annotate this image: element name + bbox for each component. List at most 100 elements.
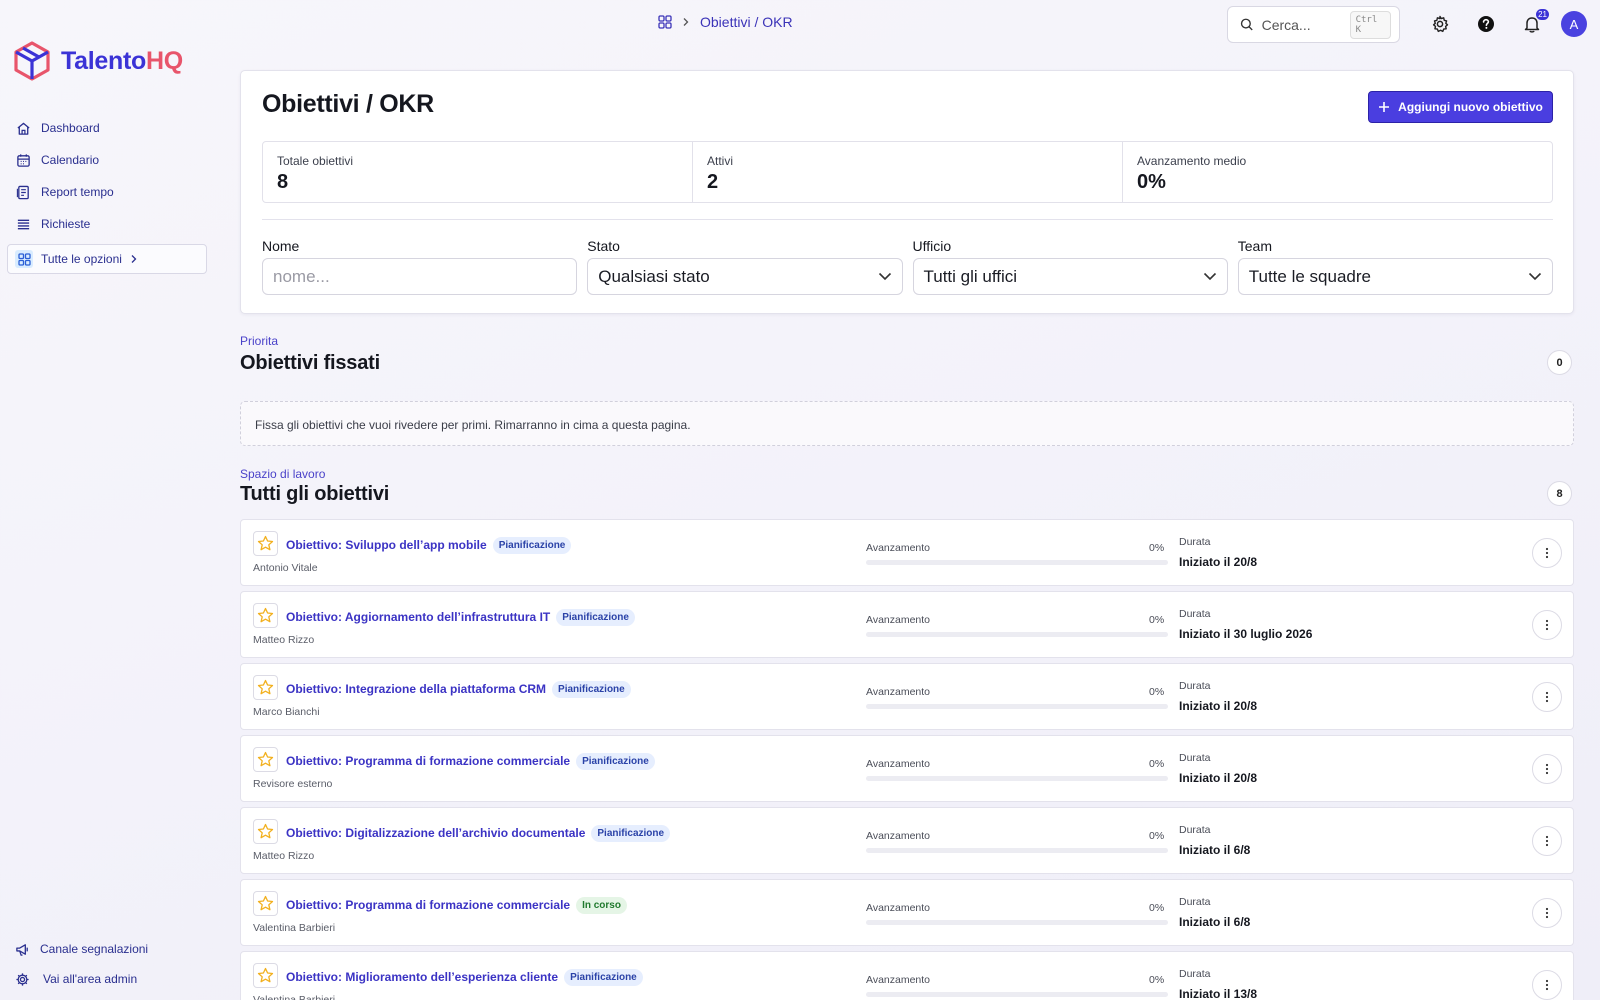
objective-title-link[interactable]: Obiettivo: Digitalizzazione dell’archivi… <box>286 826 585 840</box>
apps-grid-icon[interactable] <box>658 15 672 29</box>
calendar-icon <box>17 153 30 167</box>
global-search[interactable]: Ctrl K <box>1227 6 1400 43</box>
objective-title-link[interactable]: Obiettivo: Programma di formazione comme… <box>286 754 570 768</box>
sidebar-item-admin[interactable]: Vai all'area admin <box>15 964 148 994</box>
filter-label: Ufficio <box>912 238 952 254</box>
add-objective-label: Aggiungi nuovo obiettivo <box>1398 100 1543 114</box>
pin-star-button[interactable] <box>253 963 278 988</box>
duration-value: Iniziato il 13/8 <box>1179 987 1258 1000</box>
status-badge: Pianificazione <box>576 753 655 770</box>
more-vertical-icon <box>1545 907 1549 919</box>
all-count-badge: 8 <box>1547 481 1572 506</box>
star-icon <box>257 751 274 767</box>
objective-title-line: Obiettivo: Integrazione della piattaform… <box>286 681 631 698</box>
pinned-empty-text: Fissa gli obiettivi che vuoi rivedere pe… <box>255 418 691 432</box>
filter-label: Nome <box>262 238 300 254</box>
gear-icon <box>1432 15 1449 33</box>
more-vertical-icon <box>1545 835 1549 847</box>
row-menu-button[interactable] <box>1532 826 1562 856</box>
sidebar-item-label: Dashboard <box>41 121 100 135</box>
chevron-down-icon <box>1528 272 1542 281</box>
objective-row[interactable]: Obiettivo: Sviluppo dell’app mobile Piani… <box>240 519 1574 586</box>
objective-row[interactable]: Obiettivo: Programma di formazione comme… <box>240 735 1574 802</box>
brand-name-part2: HQ <box>145 46 183 75</box>
status-badge: Pianificazione <box>591 825 671 842</box>
sidebar-item-report-tempo[interactable]: Report tempo <box>16 176 114 208</box>
progress-label: Avanzamento <box>866 686 931 698</box>
star-icon <box>257 679 274 695</box>
breadcrumb-current[interactable]: Obiettivi / OKR <box>700 14 793 30</box>
stat-total: Totale obiettivi 8 <box>263 142 693 202</box>
office-select-value: Tutti gli uffici <box>923 266 1018 286</box>
row-menu-button[interactable] <box>1532 898 1562 928</box>
objective-title-link[interactable]: Obiettivo: Aggiornamento dell’infrastrut… <box>286 610 550 624</box>
brand-logo[interactable]: TalentoHQ <box>12 40 183 82</box>
more-vertical-icon <box>1545 619 1549 631</box>
duration-value: Iniziato il 6/8 <box>1179 915 1251 929</box>
name-field[interactable] <box>262 258 578 295</box>
brand-name-part1: Talento <box>61 46 146 75</box>
objective-title-line: Obiettivo: Sviluppo dell’app mobile Piani… <box>286 537 572 554</box>
objective-row[interactable]: Obiettivo: Miglioramento dell’esperienza… <box>240 951 1574 1000</box>
all-options-button[interactable]: Tutte le opzioni <box>7 244 207 274</box>
progress-label: Avanzamento <box>866 830 931 842</box>
objective-title-link[interactable]: Obiettivo: Programma di formazione comme… <box>286 898 570 912</box>
pin-star-button[interactable] <box>253 675 278 700</box>
pin-star-button[interactable] <box>253 891 278 916</box>
pin-star-button[interactable] <box>253 819 278 844</box>
help-button[interactable] <box>1474 12 1498 36</box>
objective-title-link[interactable]: Obiettivo: Integrazione della piattaform… <box>286 682 546 696</box>
duration-label: Durata <box>1179 968 1211 980</box>
add-objective-button[interactable]: Aggiungi nuovo obiettivo <box>1368 91 1553 123</box>
progress-bar <box>866 776 1168 781</box>
chevron-down-icon <box>878 272 891 281</box>
sidebar-item-richieste[interactable]: Richieste <box>16 208 114 240</box>
star-icon <box>257 895 274 911</box>
sidebar-item-dashboard[interactable]: Dashboard <box>16 112 114 144</box>
objective-row[interactable]: Obiettivo: Integrazione della piattaform… <box>240 663 1574 730</box>
objective-title-link[interactable]: Obiettivo: Miglioramento dell’esperienza… <box>286 970 558 984</box>
objectives-list: Obiettivo: Sviluppo dell’app mobile Piani… <box>240 519 1574 1000</box>
objective-row[interactable]: Obiettivo: Digitalizzazione dell’archivi… <box>240 807 1574 874</box>
row-menu-button[interactable] <box>1532 538 1562 568</box>
status-select[interactable]: Qualsiasi stato <box>587 258 903 295</box>
row-menu-button[interactable] <box>1532 970 1562 1000</box>
sidebar-item-calendario[interactable]: Calendario <box>16 144 114 176</box>
pin-star-button[interactable] <box>253 603 278 628</box>
sidebar-item-label: Richieste <box>41 217 91 231</box>
user-avatar[interactable]: A <box>1561 11 1587 37</box>
notifications-count-badge: 21 <box>1536 9 1549 20</box>
settings-button[interactable] <box>1428 12 1452 36</box>
objective-row[interactable]: Obiettivo: Programma di formazione comme… <box>240 879 1574 946</box>
office-select[interactable]: Tutti gli uffici <box>912 258 1228 295</box>
row-menu-button[interactable] <box>1532 754 1562 784</box>
status-badge: Pianificazione <box>552 681 631 698</box>
objective-title-link[interactable]: Obiettivo: Sviluppo dell’app mobile <box>286 538 487 552</box>
filter-label: Team <box>1237 238 1272 254</box>
progress-percent: 0% <box>1149 902 1165 914</box>
sidebar-item-canale-segnalazioni[interactable]: Canale segnalazioni <box>15 934 148 964</box>
team-select[interactable]: Tutte le squadre <box>1237 258 1553 295</box>
status-badge: In corso <box>576 897 627 914</box>
objective-title-line: Obiettivo: Digitalizzazione dell’archivi… <box>286 825 671 842</box>
more-vertical-icon <box>1545 979 1549 991</box>
row-menu-button[interactable] <box>1532 682 1562 712</box>
pin-star-button[interactable] <box>253 747 278 772</box>
stat-label: Avanzamento medio <box>1137 154 1247 168</box>
objective-row[interactable]: Obiettivo: Aggiornamento dell’infrastrut… <box>240 591 1574 658</box>
search-input[interactable] <box>1261 16 1342 33</box>
objective-owner: Matteo Rizzo <box>253 850 315 862</box>
pinned-section-title: Obiettivi fissati <box>240 352 380 374</box>
stat-value: 2 <box>707 171 719 193</box>
notifications-button[interactable]: 21 <box>1520 9 1549 36</box>
chevron-right-icon <box>131 255 137 263</box>
objective-owner: Matteo Rizzo <box>253 634 315 646</box>
star-icon <box>257 967 274 983</box>
sidebar-item-label: Calendario <box>41 153 100 167</box>
page-title: Obiettivi / OKR <box>262 90 434 118</box>
grid-icon <box>15 250 33 268</box>
brand-name: TalentoHQ <box>61 47 183 76</box>
row-menu-button[interactable] <box>1532 610 1562 640</box>
pin-star-button[interactable] <box>253 531 278 556</box>
name-input[interactable] <box>273 266 567 287</box>
